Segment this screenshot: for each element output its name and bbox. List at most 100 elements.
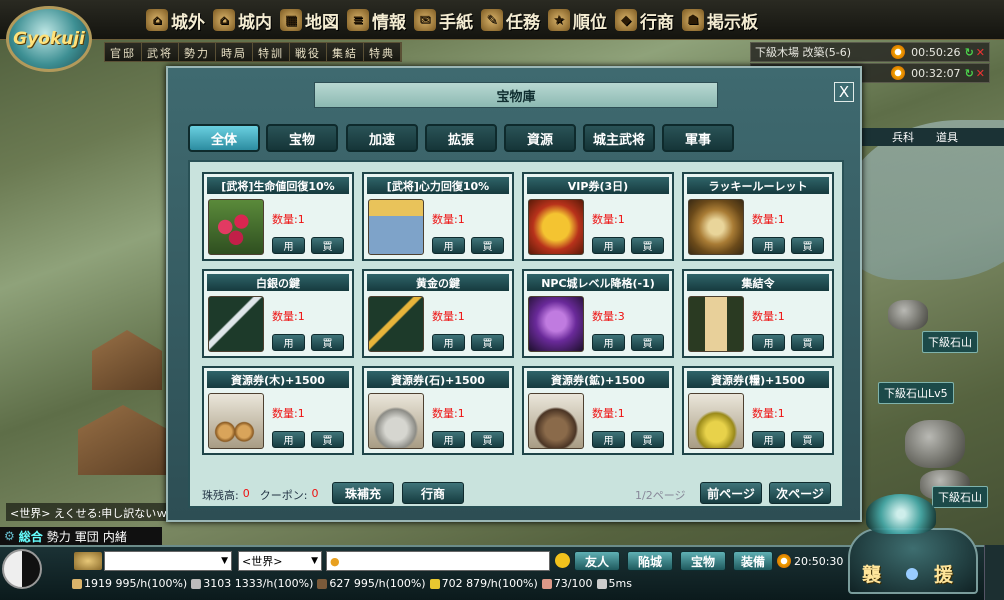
- use-button[interactable]: 用: [432, 334, 465, 351]
- use-button[interactable]: 用: [752, 431, 785, 448]
- submenu-training[interactable]: 特訓: [253, 43, 290, 61]
- hourglass-icon: [596, 579, 607, 589]
- use-button[interactable]: 用: [432, 431, 465, 448]
- grain-resource: 702 879/h(100%): [429, 577, 538, 590]
- buy-button[interactable]: 買: [791, 334, 824, 351]
- tab-resources[interactable]: 資源: [504, 124, 576, 152]
- menu-info[interactable]: ≡ 情報: [345, 5, 408, 35]
- village-house: [92, 330, 162, 390]
- use-button[interactable]: 用: [432, 237, 465, 254]
- buy-button[interactable]: 買: [471, 334, 504, 351]
- prev-page-button[interactable]: 前ページ: [700, 482, 762, 504]
- smiley-icon[interactable]: [555, 553, 570, 568]
- treasure-button[interactable]: 宝物: [680, 551, 726, 571]
- menu-label: 掲示板: [707, 12, 758, 33]
- menu-board[interactable]: ☗ 掲示板: [680, 5, 760, 35]
- coupon-label: クーポン:: [259, 489, 308, 502]
- item-name: ラッキールーレット: [687, 177, 829, 194]
- item-card: [武将]生命値回復10% 数量:1 用 買: [202, 172, 354, 261]
- chevron-down-icon: ▼: [311, 556, 318, 566]
- roulette-icon: [688, 199, 744, 255]
- chat-tabs: ⚙ 総合 勢力 軍団 内緒: [0, 527, 162, 545]
- speedup-icon[interactable]: ↻: [965, 46, 974, 59]
- submenu-campaign[interactable]: 戦役: [290, 43, 327, 61]
- merchant-icon: ◆: [615, 9, 637, 31]
- recharge-button[interactable]: 珠補充: [332, 482, 394, 504]
- menu-merchant[interactable]: ◆ 行商: [613, 5, 676, 35]
- tab-lord-general[interactable]: 城主武将: [583, 124, 655, 152]
- buy-button[interactable]: 買: [311, 334, 344, 351]
- buy-button[interactable]: 買: [631, 237, 664, 254]
- buy-button[interactable]: 買: [471, 237, 504, 254]
- use-button[interactable]: 用: [592, 431, 625, 448]
- menu-ranking[interactable]: ★ 順位: [546, 5, 609, 35]
- raid-button[interactable]: 襲: [862, 560, 881, 587]
- use-button[interactable]: 用: [272, 237, 305, 254]
- use-button[interactable]: 用: [272, 431, 305, 448]
- cancel-icon[interactable]: ✕: [976, 46, 985, 59]
- grain-resource-icon: [688, 393, 744, 449]
- use-button[interactable]: 用: [592, 237, 625, 254]
- tab-expand[interactable]: 拡張: [425, 124, 497, 152]
- submenu-situation[interactable]: 時局: [216, 43, 253, 61]
- latency: 5ms: [596, 577, 632, 590]
- submenu-bonus[interactable]: 特典: [364, 43, 401, 61]
- buy-button[interactable]: 買: [311, 431, 344, 448]
- menu-letters[interactable]: ✉ 手紙: [412, 5, 475, 35]
- menu-missions[interactable]: ✎ 任務: [479, 5, 542, 35]
- map-label[interactable]: 下級石山Lv5: [878, 382, 954, 404]
- book-icon[interactable]: [74, 552, 102, 570]
- buy-button[interactable]: 買: [471, 431, 504, 448]
- castle-in-icon: ⌂: [213, 9, 235, 31]
- fallen-castle-button[interactable]: 陥城: [627, 551, 673, 571]
- menu-castle-in[interactable]: ⌂ 城内: [211, 5, 274, 35]
- chat-tab-corps[interactable]: 軍団: [75, 528, 99, 545]
- tab-speedup[interactable]: 加速: [346, 124, 418, 152]
- gear-icon[interactable]: ⚙: [4, 529, 15, 543]
- yin-yang-icon[interactable]: [2, 549, 42, 589]
- buy-button[interactable]: 買: [791, 237, 824, 254]
- cancel-icon[interactable]: ✕: [976, 67, 985, 80]
- buy-button[interactable]: 買: [791, 431, 824, 448]
- use-button[interactable]: 用: [592, 334, 625, 351]
- tab-all[interactable]: 全体: [188, 124, 260, 152]
- use-button[interactable]: 用: [752, 334, 785, 351]
- menu-map[interactable]: ▦ 地図: [278, 5, 341, 35]
- speedup-icon[interactable]: ↻: [965, 67, 974, 80]
- channel-select[interactable]: <世界> ▼: [238, 551, 322, 571]
- submenu-generals[interactable]: 武将: [142, 43, 179, 61]
- map-label[interactable]: 下級石山: [932, 486, 988, 508]
- buy-button[interactable]: 買: [631, 431, 664, 448]
- collapse-sidebar[interactable]: [984, 545, 1004, 600]
- chat-tab-all[interactable]: 総合: [19, 528, 43, 545]
- equipment-button[interactable]: 装備: [733, 551, 773, 571]
- name-input[interactable]: ▼: [104, 551, 232, 571]
- buy-button[interactable]: 買: [631, 334, 664, 351]
- tab-treasure[interactable]: 宝物: [266, 124, 338, 152]
- chat-tab-faction[interactable]: 勢力: [47, 528, 71, 545]
- chat-input[interactable]: ●: [326, 551, 550, 571]
- submenu-muster[interactable]: 集結: [327, 43, 364, 61]
- next-page-button[interactable]: 次ページ: [769, 482, 831, 504]
- submenu-faction[interactable]: 勢力: [179, 43, 216, 61]
- tab-troops[interactable]: 兵科: [892, 129, 914, 145]
- page-indicator: 1/2ページ: [635, 489, 686, 502]
- chat-tab-whisper[interactable]: 内緒: [103, 528, 127, 545]
- tab-military[interactable]: 軍事: [662, 124, 734, 152]
- merchant-button[interactable]: 行商: [402, 482, 464, 504]
- close-icon[interactable]: X: [834, 82, 854, 102]
- wood-resource-icon: [208, 393, 264, 449]
- item-card: 資源券(石)+1500 数量:1 用 買: [362, 366, 514, 455]
- map-label[interactable]: 下級石山: [922, 331, 978, 353]
- silver-key-icon: [208, 296, 264, 352]
- menu-castle-out[interactable]: ⌂ 城外: [144, 5, 207, 35]
- buy-button[interactable]: 買: [311, 237, 344, 254]
- game-logo[interactable]: Gyokuji: [6, 6, 92, 72]
- menu-label: 行商: [640, 12, 674, 33]
- use-button[interactable]: 用: [752, 237, 785, 254]
- submenu-residence[interactable]: 官邸: [105, 43, 142, 61]
- friends-button[interactable]: 友人: [574, 551, 620, 571]
- reinforce-button[interactable]: 援: [934, 560, 953, 587]
- use-button[interactable]: 用: [272, 334, 305, 351]
- tab-items[interactable]: 道具: [936, 129, 958, 145]
